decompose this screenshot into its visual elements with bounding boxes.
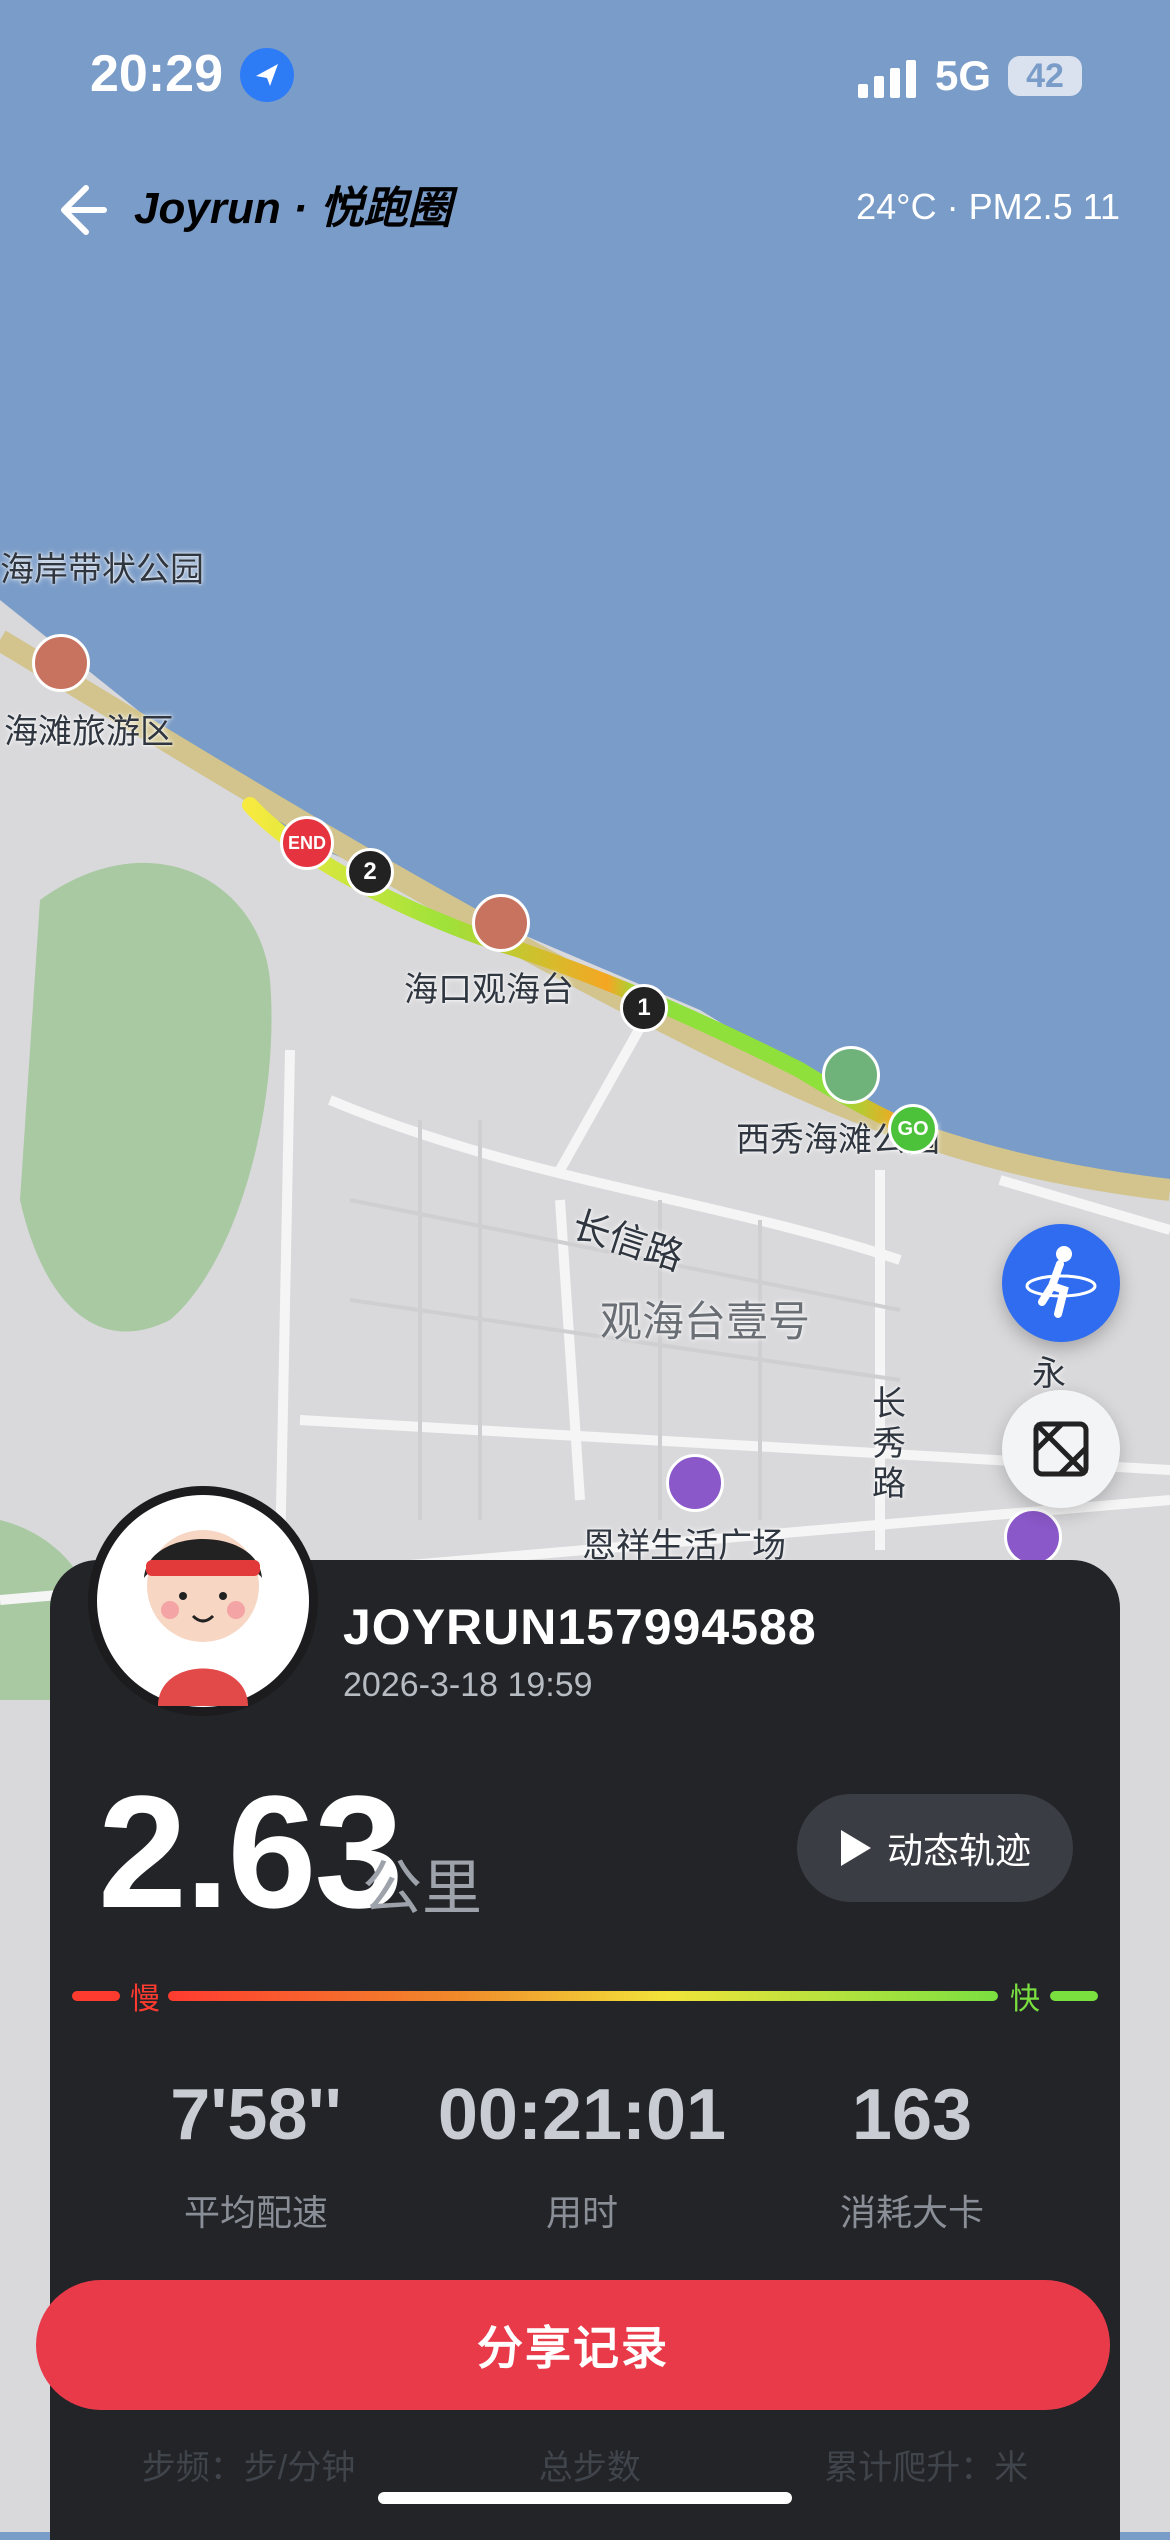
distance-value: 2.63 [98,1762,403,1941]
poi-shopping-icon [666,1454,724,1512]
extra-stat-steps: 总步数 [538,2449,641,2487]
poi-park-icon [822,1046,880,1104]
stat-calories: 163 消耗大卡 [762,2074,1062,2236]
app-brand-title: Joyrun · 悦跑圈 [134,184,452,233]
route-replay-button[interactable]: 动态轨迹 [797,1794,1073,1902]
location-arrow-icon [240,48,294,102]
stat-duration-label: 用时 [545,2192,618,2233]
stat-avg-pace-label: 平均配速 [183,2192,328,2233]
run-datetime: 2026-3-18 19:59 [343,1666,593,1704]
home-indicator[interactable] [378,2492,792,2504]
map-layer-button[interactable] [1002,1390,1120,1508]
km-marker-1: 1 [620,984,668,1032]
poi-shopping-icon [1004,1508,1062,1566]
map-label-beach-area: 海滩旅游区 [4,713,174,751]
route-start-marker: GO [888,1104,938,1154]
weather-info: 24°C · PM2.5 11 [856,186,1120,227]
route-replay-label: 动态轨迹 [886,1830,1031,1871]
network-type: 5G [935,52,992,99]
stat-calories-value: 163 [851,2075,973,2155]
run-mode-button[interactable] [1002,1224,1120,1342]
stat-duration-value: 00:21:01 [437,2075,727,2155]
poi-landmark-icon [472,894,530,952]
km-marker-1-label: 1 [637,994,651,1021]
map-label-yong: 永 [1032,1355,1066,1393]
route-end-marker: END [280,816,334,870]
stat-calories-label: 消耗大卡 [839,2192,984,2233]
share-record-button[interactable]: 分享记录 [36,2280,1110,2410]
route-end-label: END [287,832,326,853]
route-start-label: GO [897,1117,929,1140]
stat-duration: 00:21:01 用时 [432,2074,732,2236]
stat-avg-pace: 7'58'' 平均配速 [106,2074,406,2236]
map-label-coast-park: 海岸带状公园 [0,551,204,589]
map-label-changxiu-road: 长秀路 [872,1385,906,1503]
play-icon [840,1830,871,1866]
map-label-guanhaitai: 海口观海台 [404,971,574,1009]
status-time: 20:29 [90,45,223,103]
map-label-guanhaitai-one: 观海台壹号 [600,1298,811,1345]
pace-slow-label: 慢 [130,1983,160,2016]
distance-unit: 公里 [362,1855,482,1922]
avatar[interactable] [88,1486,318,1716]
pace-color-scale [72,1988,1098,2001]
back-arrow-icon[interactable] [46,178,110,242]
extra-stat-cadence: 步频：步/分钟 [141,2449,356,2487]
km-marker-2: 2 [346,848,394,896]
signal-icon [858,58,918,103]
stat-avg-pace-value: 7'58'' [170,2075,342,2155]
map-layer-icon [1033,1421,1089,1477]
extra-stat-climb: 累计爬升：米 [824,2449,1029,2487]
pace-fast-label: 快 [1010,1983,1040,2016]
km-marker-2-label: 2 [363,858,377,885]
status-bar: 20:29 5G 42 [0,0,1170,150]
poi-landmark-icon [32,634,90,692]
runner-icon [1025,1246,1097,1318]
battery-indicator: 42 [1008,56,1082,96]
extra-stats-row: 步频：步/分钟 总步数 累计爬升：米 [50,2440,1120,2500]
username: JOYRUN157994588 [343,1599,817,1655]
